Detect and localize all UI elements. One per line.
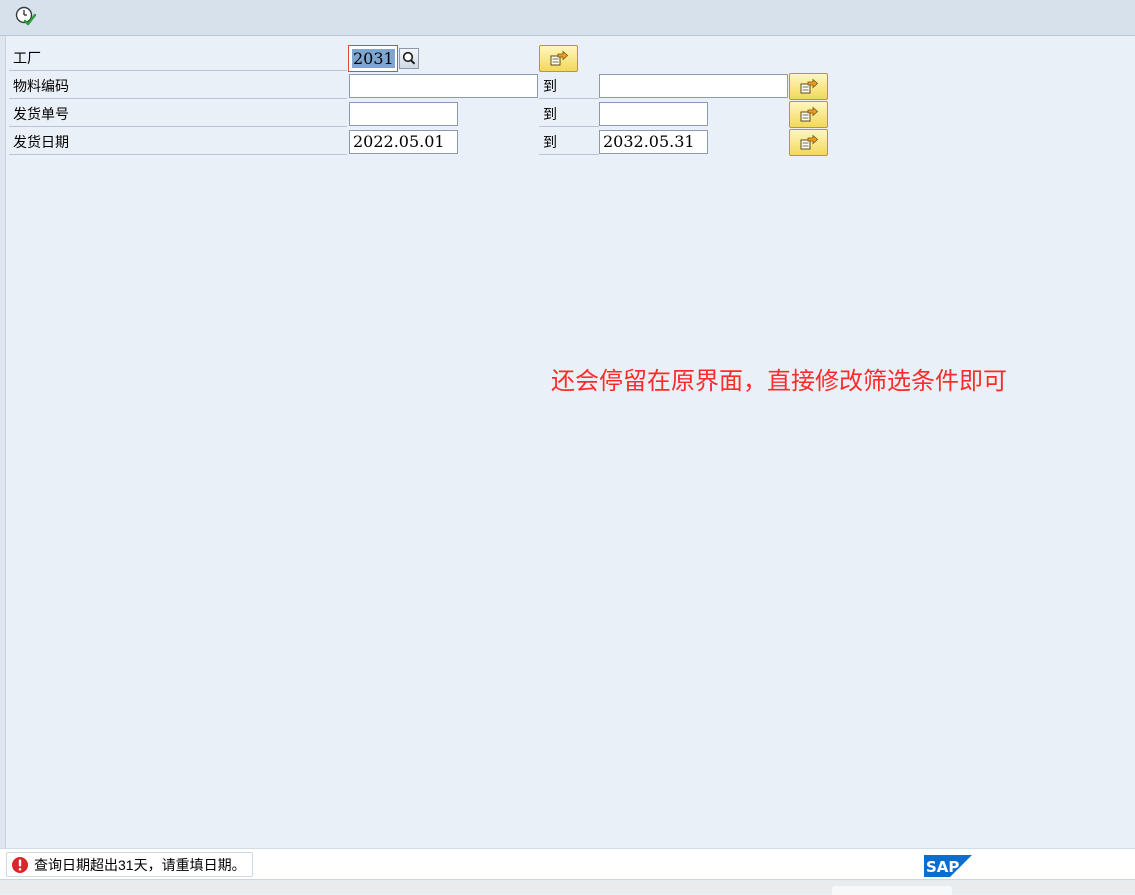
delivery-number-from-input[interactable] bbox=[349, 102, 458, 126]
status-message[interactable]: 查询日期超出31天，请重填日期。 bbox=[6, 852, 253, 877]
material-to-input[interactable] bbox=[599, 74, 788, 98]
bottom-frame-strip bbox=[0, 879, 1135, 895]
delivery-date-to-input[interactable]: 2032.05.31 bbox=[599, 130, 708, 154]
delivery-number-to-input[interactable] bbox=[599, 102, 708, 126]
search-magnifier-icon bbox=[402, 51, 416, 65]
multiple-selection-arrow-icon bbox=[550, 50, 569, 66]
material-from-input[interactable] bbox=[349, 74, 538, 98]
execute-button[interactable] bbox=[14, 4, 38, 28]
application-toolbar bbox=[0, 0, 1135, 36]
sap-logo-text: SAP bbox=[926, 858, 959, 876]
annotation-text: 还会停留在原界面，直接修改筛选条件即可 bbox=[551, 367, 1007, 395]
sap-logo: SAP bbox=[924, 855, 972, 877]
selection-row-delivery-number: 发货单号 到 bbox=[9, 101, 839, 128]
material-label: 物料编码 bbox=[9, 73, 347, 99]
status-bar: 查询日期超出31天，请重填日期。 SAP bbox=[0, 848, 1135, 879]
selection-row-plant: 工厂 2031 bbox=[9, 45, 839, 72]
left-frame-edge bbox=[0, 36, 6, 848]
selection-row-material: 物料编码 到 bbox=[9, 73, 839, 100]
plant-multiple-selection-button[interactable] bbox=[539, 45, 578, 72]
delivery-number-label: 发货单号 bbox=[9, 101, 347, 127]
delivery-number-to-label: 到 bbox=[539, 101, 599, 127]
multiple-selection-arrow-icon bbox=[800, 106, 819, 122]
plant-value-help-button[interactable] bbox=[399, 48, 419, 69]
plant-input-value: 2031 bbox=[352, 49, 395, 68]
delivery-date-to-label: 到 bbox=[539, 129, 599, 155]
material-to-label: 到 bbox=[539, 73, 599, 99]
plant-input[interactable]: 2031 bbox=[348, 45, 398, 72]
delivery-date-multiple-selection-button[interactable] bbox=[789, 129, 828, 156]
selection-row-delivery-date: 发货日期 2022.05.01 到 2032.05.31 bbox=[9, 129, 839, 156]
delivery-date-from-input[interactable]: 2022.05.01 bbox=[349, 130, 458, 154]
status-message-text: 查询日期超出31天，请重填日期。 bbox=[34, 856, 246, 873]
plant-label: 工厂 bbox=[9, 45, 347, 71]
multiple-selection-arrow-icon bbox=[800, 78, 819, 94]
multiple-selection-arrow-icon bbox=[800, 134, 819, 150]
execute-clock-check-icon bbox=[15, 6, 37, 26]
error-exclamation-icon bbox=[12, 856, 28, 873]
delivery-number-multiple-selection-button[interactable] bbox=[789, 101, 828, 128]
delivery-date-label: 发货日期 bbox=[9, 129, 347, 155]
material-multiple-selection-button[interactable] bbox=[789, 73, 828, 100]
